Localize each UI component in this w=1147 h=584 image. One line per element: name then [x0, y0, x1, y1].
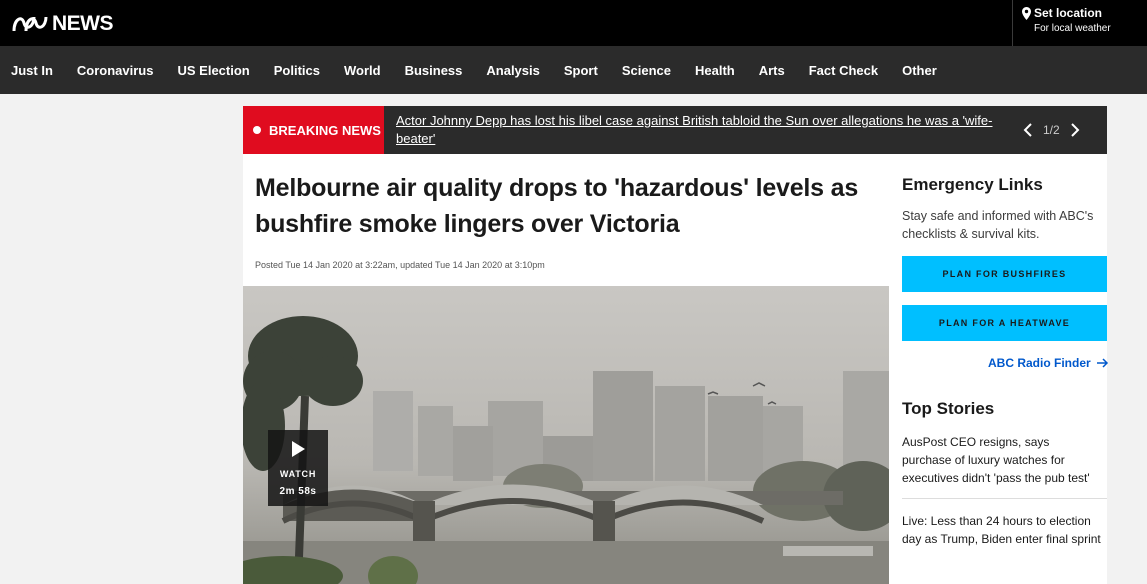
play-icon — [292, 441, 305, 457]
breaking-count: 1/2 — [1043, 123, 1060, 137]
top-stories-heading: Top Stories — [902, 399, 995, 418]
chevron-right-icon[interactable] — [1070, 123, 1080, 137]
article-meta: Posted Tue 14 Jan 2020 at 3:22am, update… — [255, 260, 545, 270]
watch-video-button[interactable]: WATCH 2m 58s — [268, 430, 328, 506]
sidebar: Emergency Links Stay safe and informed w… — [889, 154, 1109, 584]
emergency-links-heading: Emergency Links — [902, 175, 1043, 194]
nav-item-sport[interactable]: Sport — [552, 63, 610, 78]
nav-item-science[interactable]: Science — [610, 63, 683, 78]
location-pin-icon — [1022, 7, 1031, 20]
nav-item-arts[interactable]: Arts — [747, 63, 797, 78]
nav-item-other[interactable]: Other — [890, 63, 949, 78]
nav-item-analysis[interactable]: Analysis — [474, 63, 551, 78]
nav-item-world[interactable]: World — [332, 63, 393, 78]
breaking-news-label: BREAKING NEWS — [269, 122, 381, 138]
local-weather-label: For local weather — [1034, 23, 1111, 34]
breaking-headline-link[interactable]: Actor Johnny Depp has lost his libel cas… — [396, 112, 996, 148]
logo-text: NEWS — [52, 11, 114, 35]
breaking-news-tag: BREAKING NEWS — [243, 106, 384, 154]
live-dot-icon — [253, 126, 261, 134]
breaking-headline-text: Actor Johnny Depp has lost his libel cas… — [396, 113, 993, 146]
top-story-link[interactable]: AusPost CEO resigns, says purchase of lu… — [902, 433, 1102, 487]
emergency-description: Stay safe and informed with ABC's checkl… — [902, 209, 1094, 241]
set-location-label: Set location — [1034, 6, 1103, 20]
abc-logo-icon — [12, 16, 48, 32]
nav-item-just-in[interactable]: Just In — [0, 63, 65, 78]
nav-item-health[interactable]: Health — [683, 63, 747, 78]
radio-finder-label: ABC Radio Finder — [988, 356, 1091, 370]
breaking-pager: 1/2 — [1023, 120, 1103, 140]
article-title: Melbourne air quality drops to 'hazardou… — [255, 174, 859, 238]
divider — [902, 498, 1107, 499]
plan-for-heatwave-button[interactable]: PLAN FOR A HEATWAVE — [902, 305, 1107, 341]
abc-radio-finder-link[interactable]: ABC Radio Finder — [988, 356, 1109, 370]
nav-item-business[interactable]: Business — [393, 63, 475, 78]
chevron-left-icon[interactable] — [1023, 123, 1033, 137]
set-location-button[interactable]: Set location For local weather — [1012, 0, 1147, 46]
nav-item-fact-check[interactable]: Fact Check — [797, 63, 890, 78]
arrow-right-icon — [1096, 358, 1108, 368]
nav-item-coronavirus[interactable]: Coronavirus — [65, 63, 166, 78]
main-nav: Just In Coronavirus US Election Politics… — [0, 46, 1147, 94]
smoky-melbourne-photo — [243, 286, 889, 584]
top-story-link[interactable]: Live: Less than 24 hours to election day… — [902, 512, 1102, 548]
article-hero-image[interactable]: WATCH 2m 58s — [243, 286, 889, 584]
plan-for-bushfires-button[interactable]: PLAN FOR BUSHFIRES — [902, 256, 1107, 292]
video-duration: 2m 58s — [279, 486, 317, 497]
article: Melbourne air quality drops to 'hazardou… — [243, 154, 889, 584]
nav-item-politics[interactable]: Politics — [262, 63, 332, 78]
nav-item-us-election[interactable]: US Election — [165, 63, 261, 78]
top-bar: NEWS Set location For local weather — [0, 0, 1147, 46]
watch-label: WATCH — [279, 469, 317, 479]
abc-news-logo[interactable]: NEWS — [12, 11, 114, 35]
breaking-news-bar: BREAKING NEWS Actor Johnny Depp has lost… — [243, 106, 1107, 154]
